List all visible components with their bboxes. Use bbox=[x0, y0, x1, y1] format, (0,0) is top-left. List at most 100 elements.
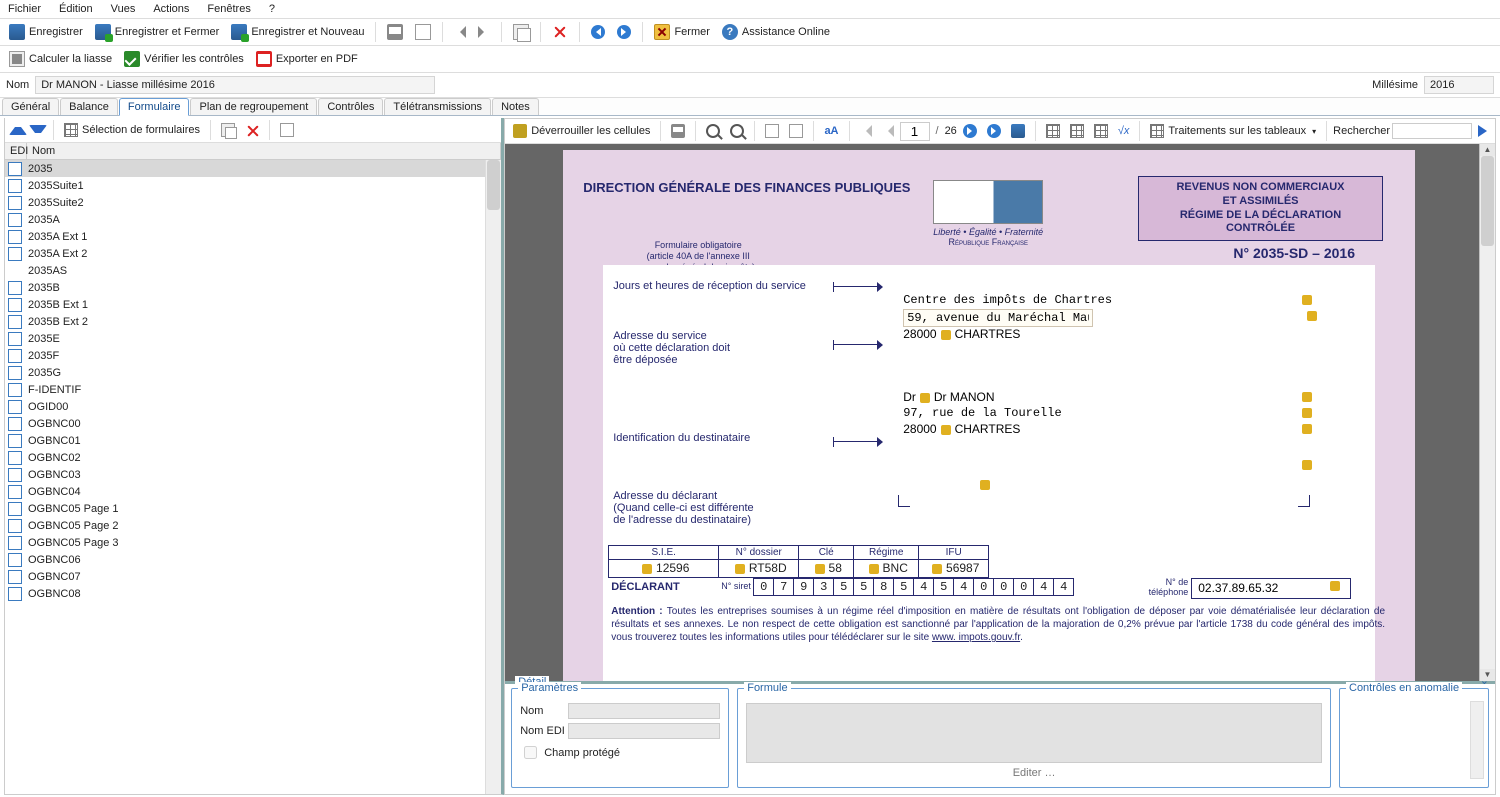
menu-edition[interactable]: Édition bbox=[59, 3, 93, 15]
list-item[interactable]: 2035B Ext 2 bbox=[5, 313, 501, 330]
col-nom[interactable]: Nom bbox=[27, 143, 501, 159]
close-button[interactable]: Fermer bbox=[649, 21, 714, 43]
undo-button[interactable] bbox=[449, 23, 471, 41]
page-last-button[interactable] bbox=[983, 122, 1005, 140]
col-edi[interactable]: EDI bbox=[5, 143, 27, 159]
form-name: OGBNC08 bbox=[28, 588, 81, 600]
list-item[interactable]: OGBNC00 bbox=[5, 415, 501, 432]
tab-notes[interactable]: Notes bbox=[492, 98, 539, 115]
list-item[interactable]: OGBNC01 bbox=[5, 432, 501, 449]
save-close-icon bbox=[95, 24, 111, 40]
list-item[interactable]: 2035Suite2 bbox=[5, 194, 501, 211]
viewer-save-button[interactable] bbox=[1007, 122, 1029, 140]
list-item[interactable]: 2035A bbox=[5, 211, 501, 228]
list-item[interactable]: OGBNC08 bbox=[5, 585, 501, 602]
redo-button[interactable] bbox=[473, 23, 495, 41]
list-item[interactable]: OGBNC02 bbox=[5, 449, 501, 466]
print-button[interactable] bbox=[382, 21, 408, 43]
assist-button[interactable]: ?Assistance Online bbox=[717, 21, 835, 43]
list-item[interactable]: 2035F bbox=[5, 347, 501, 364]
tbl-1[interactable] bbox=[1042, 122, 1064, 140]
print-preview-button[interactable] bbox=[410, 21, 436, 43]
editer-button[interactable]: Editer … bbox=[746, 767, 1322, 779]
tab-formulaire[interactable]: Formulaire bbox=[119, 98, 190, 116]
menu-fichier[interactable]: Fichier bbox=[8, 3, 41, 15]
verify-button[interactable]: Vérifier les contrôles bbox=[119, 48, 249, 70]
list-delete-button[interactable] bbox=[241, 121, 263, 139]
delete-button[interactable] bbox=[547, 21, 573, 43]
zoom-out-button[interactable] bbox=[702, 122, 724, 140]
tbl-3[interactable] bbox=[1090, 122, 1112, 140]
table-processing-dropdown[interactable]: Traitements sur les tableaux▾ bbox=[1146, 122, 1320, 140]
nav-prev-button[interactable] bbox=[586, 22, 610, 42]
detail-expand-button[interactable]: ⌄ bbox=[1480, 674, 1489, 687]
save-button[interactable]: Enregistrer bbox=[4, 21, 88, 43]
zoom-in-button[interactable] bbox=[726, 122, 748, 140]
list-item[interactable]: OGBNC05 Page 1 bbox=[5, 500, 501, 517]
tab-general[interactable]: Général bbox=[2, 98, 59, 115]
export-pdf-button[interactable]: Exporter en PDF bbox=[251, 48, 363, 70]
page-input[interactable] bbox=[900, 122, 930, 141]
font-button[interactable]: aA bbox=[820, 123, 842, 139]
list-item[interactable]: 2035B Ext 1 bbox=[5, 296, 501, 313]
list-item[interactable]: OGBNC03 bbox=[5, 466, 501, 483]
search-input[interactable] bbox=[1392, 123, 1472, 139]
list-item[interactable]: 2035A Ext 1 bbox=[5, 228, 501, 245]
list-item[interactable]: 2035Suite1 bbox=[5, 177, 501, 194]
move-up-button[interactable] bbox=[9, 125, 27, 135]
nav-next-button[interactable] bbox=[612, 22, 636, 42]
pdf-label: Exporter en PDF bbox=[276, 53, 358, 65]
tab-balance[interactable]: Balance bbox=[60, 98, 118, 115]
menu-vues[interactable]: Vues bbox=[111, 3, 136, 15]
list-item[interactable]: 2035 bbox=[5, 160, 501, 177]
viewer-btn-2[interactable] bbox=[785, 122, 807, 140]
menu-actions[interactable]: Actions bbox=[153, 3, 189, 15]
list-scrollbar[interactable] bbox=[485, 160, 501, 794]
page-next-button[interactable] bbox=[959, 122, 981, 140]
list-doc-button[interactable] bbox=[276, 121, 298, 139]
calc-button[interactable]: Calculer la liasse bbox=[4, 48, 117, 70]
list-item[interactable]: OGBNC05 Page 2 bbox=[5, 517, 501, 534]
unlock-cells-button[interactable]: Déverrouiller les cellules bbox=[509, 122, 654, 140]
viewer-scrollbar[interactable]: ▲ ▼ bbox=[1479, 144, 1495, 681]
scroll-up-button[interactable]: ▲ bbox=[1480, 144, 1495, 156]
tab-plan[interactable]: Plan de regroupement bbox=[190, 98, 317, 115]
list-item[interactable]: OGBNC05 Page 3 bbox=[5, 534, 501, 551]
addr-input[interactable] bbox=[903, 309, 1093, 327]
save-close-button[interactable]: Enregistrer et Fermer bbox=[90, 21, 225, 43]
tel-value[interactable]: 02.37.89.65.32 bbox=[1191, 578, 1351, 599]
page-prev-button[interactable] bbox=[878, 123, 898, 139]
menu-help[interactable]: ? bbox=[269, 3, 275, 15]
fx-button[interactable]: √x bbox=[1114, 123, 1134, 139]
form-name: 2035F bbox=[28, 350, 59, 362]
list-item[interactable]: OGID00 bbox=[5, 398, 501, 415]
controls-scrollbar[interactable] bbox=[1470, 701, 1484, 779]
list-item[interactable]: 2035AS bbox=[5, 262, 501, 279]
move-down-button[interactable] bbox=[29, 125, 47, 135]
tab-tele[interactable]: Télétransmissions bbox=[384, 98, 491, 115]
page-first-button[interactable] bbox=[856, 123, 876, 139]
tab-controles[interactable]: Contrôles bbox=[318, 98, 383, 115]
tbl-2[interactable] bbox=[1066, 122, 1088, 140]
list-item[interactable]: 2035A Ext 2 bbox=[5, 245, 501, 262]
list-item[interactable]: OGBNC07 bbox=[5, 568, 501, 585]
copy-button[interactable] bbox=[508, 21, 534, 43]
list-item[interactable]: OGBNC06 bbox=[5, 551, 501, 568]
form-list[interactable]: 20352035Suite12035Suite22035A2035A Ext 1… bbox=[5, 160, 501, 794]
page-icon bbox=[8, 587, 22, 601]
scroll-thumb[interactable] bbox=[1481, 156, 1494, 246]
save-new-button[interactable]: Enregistrer et Nouveau bbox=[226, 21, 369, 43]
select-forms-button[interactable]: Sélection de formulaires bbox=[60, 121, 204, 139]
list-item[interactable]: F-IDENTIF bbox=[5, 381, 501, 398]
list-copy-button[interactable] bbox=[217, 121, 239, 139]
form-viewer[interactable]: DIRECTION GÉNÉRALE DES FINANCES PUBLIQUE… bbox=[505, 144, 1495, 681]
list-item[interactable]: 2035B bbox=[5, 279, 501, 296]
list-item[interactable]: 2035E bbox=[5, 330, 501, 347]
search-go-button[interactable] bbox=[1474, 123, 1491, 139]
impots-link[interactable]: www. impots.gouv.fr bbox=[932, 632, 1020, 643]
viewer-print-button[interactable] bbox=[667, 122, 689, 140]
list-item[interactable]: 2035G bbox=[5, 364, 501, 381]
menu-fenetres[interactable]: Fenêtres bbox=[207, 3, 250, 15]
viewer-btn-1[interactable] bbox=[761, 122, 783, 140]
list-item[interactable]: OGBNC04 bbox=[5, 483, 501, 500]
